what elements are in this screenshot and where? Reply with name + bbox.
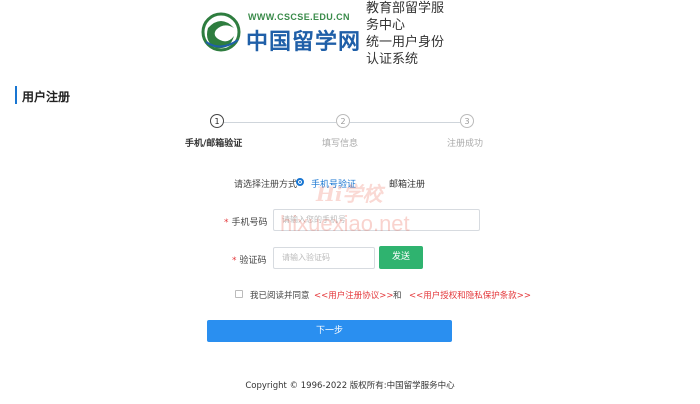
system-title-line: 认证系统 bbox=[366, 52, 419, 67]
agree-checkbox[interactable] bbox=[235, 290, 243, 298]
watermark-text: hixuexiao.net bbox=[280, 211, 410, 236]
step-3-label: 注册成功 bbox=[447, 139, 484, 149]
next-button[interactable]: 下一步 bbox=[207, 320, 452, 342]
step-2-label: 填写信息 bbox=[322, 139, 359, 149]
method-label: 请选择注册方式 bbox=[234, 180, 298, 190]
user-agreement-link[interactable]: <<用户注册协议>> bbox=[314, 289, 394, 301]
step-3-circle: 3 bbox=[460, 114, 474, 128]
send-code-button[interactable]: 发送 bbox=[379, 246, 423, 269]
radio-phone[interactable] bbox=[296, 178, 304, 186]
required-mark: * bbox=[224, 218, 229, 228]
step-2-circle: 2 bbox=[336, 114, 350, 128]
agree-prefix: 我已阅读并同意 bbox=[250, 291, 310, 301]
system-title-line: 务中心 bbox=[366, 18, 406, 33]
code-input[interactable]: 请输入验证码 bbox=[273, 247, 375, 269]
logo-url-text: WWW.CSCSE.EDU.CN bbox=[248, 12, 350, 22]
system-title: 教育部留学服 务中心 统一用户身份 认证系统 bbox=[366, 0, 466, 68]
page-title-accent bbox=[15, 86, 17, 104]
system-title-line: 教育部留学服 bbox=[366, 1, 445, 16]
step-1-label: 手机/邮箱验证 bbox=[185, 139, 243, 149]
system-title-line: 统一用户身份 bbox=[366, 35, 445, 50]
logo-cn-text: 中国留学网 bbox=[246, 29, 362, 55]
step-connector bbox=[224, 122, 336, 123]
phone-label-text: 手机号码 bbox=[231, 218, 268, 228]
privacy-terms-link[interactable]: <<用户授权和隐私保护条款>> bbox=[409, 289, 531, 301]
required-mark: * bbox=[232, 256, 237, 266]
code-label: * 验证码 bbox=[232, 253, 267, 266]
radio-email-label[interactable]: 邮箱注册 bbox=[389, 177, 425, 190]
step-1-circle: 1 bbox=[210, 114, 224, 128]
watermark-script: Hi学校 bbox=[316, 182, 383, 206]
phone-label: * 手机号码 bbox=[224, 215, 268, 228]
code-label-text: 验证码 bbox=[239, 256, 267, 266]
agree-and: 和 bbox=[393, 291, 402, 301]
step-progress: 1 手机/邮箱验证 2 填写信息 3 注册成功 bbox=[180, 114, 520, 154]
footer-copyright: Copyright © 1996-2022 版权所有:中国留学服务中心 bbox=[245, 381, 455, 391]
step-connector bbox=[350, 122, 460, 123]
page-title: 用户注册 bbox=[22, 90, 71, 104]
